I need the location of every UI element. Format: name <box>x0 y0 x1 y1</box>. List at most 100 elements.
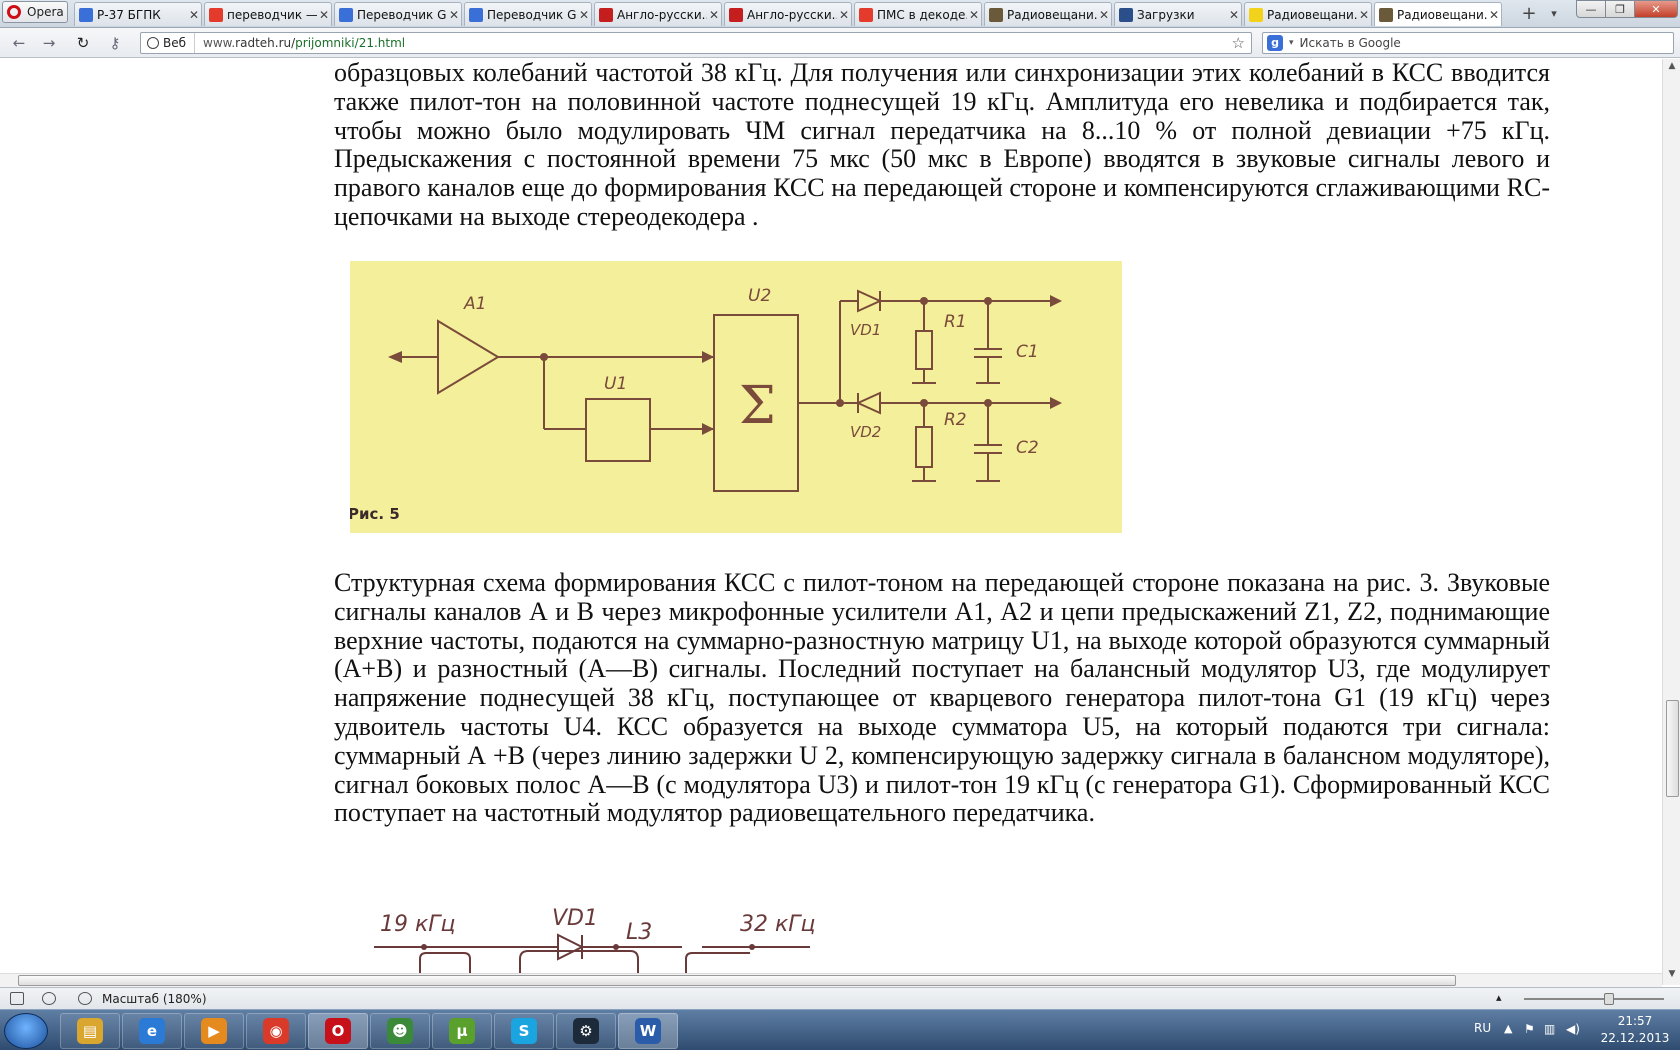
cloud-icon[interactable] <box>42 992 56 1005</box>
taskbar-steam-button[interactable]: ⚙ <box>556 1013 616 1049</box>
tab-favicon-icon <box>469 7 483 22</box>
zoom-slider[interactable] <box>1524 998 1664 1000</box>
taskbar-skype-button[interactable]: S <box>494 1013 554 1049</box>
minimize-button[interactable]: — <box>1576 0 1606 18</box>
flag-icon[interactable]: ⚑ <box>1524 1022 1535 1036</box>
browser-tab[interactable]: ПМС в декоде... ✕ <box>854 2 982 26</box>
tab-close-icon[interactable]: ✕ <box>837 8 851 22</box>
search-field[interactable]: g ▾ Искать в Google <box>1262 32 1674 54</box>
label-u2: U2 <box>748 286 771 306</box>
taskbar-chrome-button[interactable]: ◉ <box>246 1013 306 1049</box>
tab-label: Загрузки <box>1137 7 1195 22</box>
volume-icon[interactable]: ◀) <box>1566 1022 1580 1036</box>
close-window-button[interactable]: ✕ <box>1634 0 1678 18</box>
taskbar-internet-explorer-button[interactable]: e <box>122 1013 182 1049</box>
taskbar-app-green-button[interactable]: ☻ <box>370 1013 430 1049</box>
tab-close-icon[interactable]: ✕ <box>1227 8 1241 22</box>
back-arrow-icon[interactable]: ← <box>8 34 30 52</box>
opera-menu-button[interactable]: Opera <box>2 1 68 23</box>
browser-tab[interactable]: Радиовещани... ✕ <box>1374 2 1502 26</box>
tab-label: Переводчик G... <box>487 7 577 22</box>
start-button[interactable] <box>4 1013 48 1049</box>
zoom-slider-handle[interactable] <box>1604 993 1614 1005</box>
tab-label: переводчик —... <box>227 7 317 22</box>
language-indicator[interactable]: RU <box>1474 1021 1491 1035</box>
paragraph-text-2: Структурная схема формирования КСС с пил… <box>334 568 1550 828</box>
horizontal-scroll-thumb[interactable] <box>18 975 1456 986</box>
tab-close-icon[interactable]: ✕ <box>1487 8 1501 22</box>
address-field[interactable]: Веб www.radteh.ru/prijomniki/21.html ☆ <box>140 32 1252 54</box>
speed-dial-icon[interactable] <box>78 992 92 1005</box>
page-content: образцовых колебаний частотой 38 кГц. Дл… <box>0 59 1662 973</box>
taskbar-utorrent-button[interactable]: µ <box>432 1013 492 1049</box>
panel-toggle-icon[interactable] <box>10 992 24 1005</box>
new-tab-plus-icon[interactable]: + <box>1518 4 1540 24</box>
tab-close-icon[interactable]: ✕ <box>707 8 721 22</box>
windows-taskbar: ▤ e ▶ ◉ O ☻ µ S ⚙ W RU ▲ ⚑ ▥ ◀) 21:57 22.12.2013 <box>0 1009 1680 1050</box>
taskbar-opera-button[interactable]: O <box>308 1013 368 1049</box>
label-r1: R1 <box>944 312 967 332</box>
tab-list-chevron-icon[interactable]: ▾ <box>1546 4 1562 24</box>
taskbar-explorer-button[interactable]: ▤ <box>60 1013 120 1049</box>
tab-close-icon[interactable]: ✕ <box>447 8 461 22</box>
tab-close-icon[interactable]: ✕ <box>577 8 591 22</box>
label-u1: U1 <box>604 374 627 394</box>
tab-close-icon[interactable]: ✕ <box>187 8 201 22</box>
tab-label: Переводчик G... <box>357 7 447 22</box>
clock[interactable]: 21:57 22.12.2013 <box>1600 1013 1670 1047</box>
browser-tab[interactable]: Радиовещани... ✕ <box>984 2 1112 26</box>
media-player-icon: ▶ <box>201 1018 227 1044</box>
url-prefix: www. <box>203 36 236 50</box>
tab-favicon-icon <box>989 7 1003 22</box>
search-engine-chevron-icon[interactable]: ▾ <box>1289 38 1294 48</box>
browser-tab[interactable]: Англо-русски... ✕ <box>594 2 722 26</box>
horizontal-scrollbar[interactable] <box>0 973 1662 987</box>
url-text[interactable]: www.radteh.ru/prijomniki/21.html <box>195 36 405 50</box>
browser-tab[interactable]: Загрузки ✕ <box>1114 2 1242 26</box>
browser-tab[interactable]: Переводчик G...✕ <box>464 2 592 26</box>
figure-caption: Рис. 5 <box>350 505 400 523</box>
scroll-down-arrow-icon[interactable]: ▼ <box>1663 969 1680 983</box>
tab-label: Радиовещани... <box>1267 7 1357 22</box>
maximize-button[interactable]: ❐ <box>1605 0 1635 18</box>
web-badge-label: Веб <box>163 36 187 50</box>
browser-tab[interactable]: Переводчик G...✕ <box>334 2 462 26</box>
tab-close-icon[interactable]: ✕ <box>1357 8 1371 22</box>
figure-partial-circuit-diagram: 19 кГц VD1 L3 32 кГц <box>374 906 816 973</box>
explorer-icon: ▤ <box>77 1018 103 1044</box>
taskbar-media-player-button[interactable]: ▶ <box>184 1013 244 1049</box>
chrome-icon: ◉ <box>263 1018 289 1044</box>
browser-tab[interactable]: переводчик —...✕ <box>204 2 332 26</box>
browser-tab[interactable]: Радиовещани... ✕ <box>1244 2 1372 26</box>
tab-favicon-icon <box>1379 7 1393 22</box>
taskbar-word-button[interactable]: W <box>618 1013 678 1049</box>
browser-tab[interactable]: Англо-русски... ✕ <box>724 2 852 26</box>
opera-logo-icon <box>7 5 21 19</box>
network-icon[interactable]: ▥ <box>1544 1022 1555 1036</box>
bookmark-star-icon[interactable]: ☆ <box>1232 34 1245 52</box>
sum-symbol: Σ <box>739 376 776 436</box>
label-19khz: 19 кГц <box>380 912 456 937</box>
paragraph-text: образцовых колебаний частотой 38 кГц. Дл… <box>334 59 1550 231</box>
forward-arrow-icon[interactable]: → <box>38 34 60 52</box>
label-l3: L3 <box>626 920 652 945</box>
key-icon[interactable]: ⚷ <box>104 34 126 52</box>
vertical-scrollbar[interactable]: ▲ ▼ <box>1662 59 1680 985</box>
tab-favicon-icon <box>729 7 743 22</box>
app-green-icon: ☻ <box>387 1018 413 1044</box>
label-vd1: VD1 <box>850 321 881 339</box>
tray-expand-icon[interactable]: ▲ <box>1504 1022 1512 1035</box>
browser-tab[interactable]: Р-37 БГПК ✕ <box>74 2 202 26</box>
label-32khz: 32 кГц <box>740 912 816 937</box>
vertical-scroll-thumb[interactable] <box>1666 700 1679 797</box>
tab-favicon-icon <box>79 7 93 22</box>
tab-close-icon[interactable]: ✕ <box>1097 8 1111 22</box>
zoom-chevron-icon[interactable]: ▴ <box>1496 991 1502 1004</box>
tab-close-icon[interactable]: ✕ <box>317 8 331 22</box>
reload-icon[interactable]: ↻ <box>72 34 94 52</box>
google-icon[interactable]: g <box>1267 35 1283 51</box>
tab-favicon-icon <box>859 7 873 22</box>
opera-icon: O <box>325 1018 351 1044</box>
tab-close-icon[interactable]: ✕ <box>967 8 981 22</box>
scroll-up-arrow-icon[interactable]: ▲ <box>1663 61 1680 75</box>
